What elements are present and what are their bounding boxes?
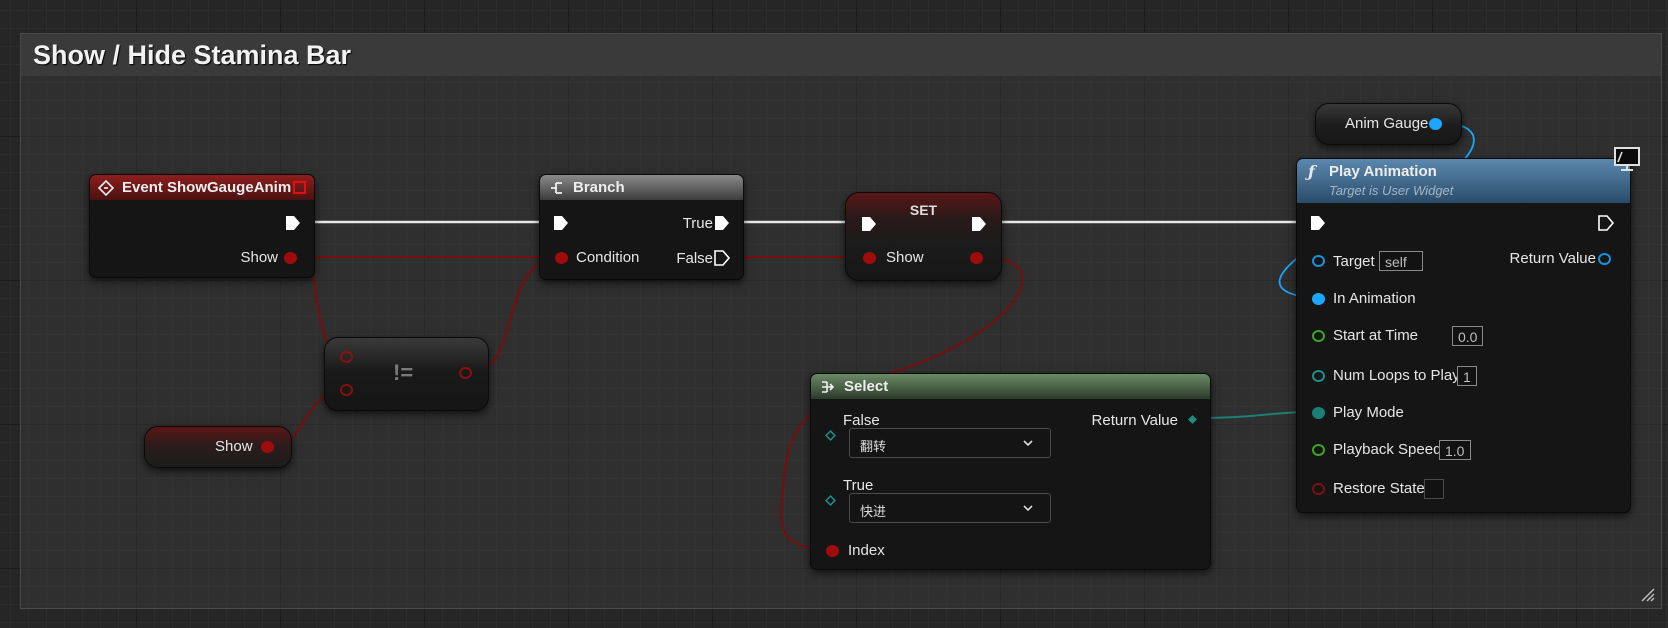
branch-icon (551, 182, 562, 194)
event-show-pin[interactable] (284, 252, 297, 264)
show-getter-node[interactable]: Show (144, 426, 292, 468)
select-icon (822, 381, 835, 393)
select-node-header[interactable]: Select (811, 374, 1210, 399)
branch-false-pin[interactable] (713, 249, 731, 267)
play-target-field[interactable]: self (1379, 251, 1423, 271)
play-loops-field[interactable]: 1 (1457, 366, 1477, 386)
chevron-down-icon (1023, 505, 1033, 512)
play-mode-label: Play Mode (1333, 404, 1404, 421)
event-show-label: Show (240, 249, 278, 266)
select-false-dropdown[interactable]: 翻转 (849, 428, 1051, 458)
not-equal-input-a-pin[interactable] (340, 351, 353, 363)
select-true-value: 快进 (860, 504, 887, 519)
select-index-pin[interactable] (826, 545, 839, 557)
branch-exec-in-pin[interactable] (552, 214, 570, 232)
anim-gauge-pin[interactable] (1429, 118, 1442, 130)
branch-node[interactable]: Branch Condition True False (539, 174, 744, 280)
play-in-animation-label: In Animation (1333, 290, 1416, 307)
select-return-label: Return Value (1091, 412, 1178, 429)
play-start-field[interactable]: 0.0 (1452, 326, 1483, 346)
select-false-option-pin[interactable] (825, 430, 836, 441)
anim-gauge-node[interactable]: Anim Gauge (1315, 103, 1462, 145)
set-exec-in-pin[interactable] (860, 215, 878, 233)
set-exec-out-pin[interactable] (970, 215, 988, 233)
play-exec-out-pin[interactable] (1597, 214, 1615, 232)
event-node[interactable]: Event ShowGaugeAnim Show (89, 174, 315, 278)
set-node[interactable]: SET Show (845, 192, 1002, 281)
play-restore-checkbox[interactable] (1424, 479, 1444, 499)
play-loops-label: Num Loops to Play (1333, 367, 1460, 384)
event-node-title: Event ShowGaugeAnim (122, 179, 292, 196)
chevron-down-icon (1023, 440, 1033, 447)
not-equal-output-pin[interactable] (459, 367, 472, 379)
play-start-label: Start at Time (1333, 327, 1419, 344)
play-loops-pin[interactable] (1312, 370, 1325, 382)
play-restore-pin[interactable] (1312, 483, 1325, 495)
anim-gauge-label: Anim Gauge (1345, 115, 1429, 132)
branch-true-label: True (682, 215, 713, 232)
branch-condition-pin[interactable] (555, 252, 568, 264)
play-target-label: Target (1333, 253, 1375, 270)
play-speed-label: Playback Speed (1333, 441, 1442, 458)
select-true-option-pin[interactable] (825, 495, 836, 506)
play-animation-subtitle: Target is User Widget (1329, 183, 1454, 198)
select-return-pin[interactable] (1187, 414, 1198, 425)
set-show-in-pin[interactable] (863, 252, 876, 264)
select-true-label: True (843, 477, 874, 494)
branch-node-header[interactable]: Branch (540, 175, 743, 200)
branch-condition-label: Condition (576, 249, 640, 266)
play-exec-in-pin[interactable] (1309, 214, 1327, 232)
show-getter-pin[interactable] (261, 441, 274, 453)
play-mode-pin[interactable] (1312, 407, 1325, 419)
branch-node-title: Branch (573, 179, 625, 196)
play-restore-label: Restore State (1333, 480, 1425, 497)
play-speed-pin[interactable] (1312, 444, 1325, 456)
event-node-header[interactable]: Event ShowGaugeAnim (90, 175, 314, 200)
play-in-animation-pin[interactable] (1312, 293, 1325, 305)
not-equal-input-b-pin[interactable] (340, 384, 353, 396)
set-show-label: Show (886, 249, 924, 266)
play-animation-title: Play Animation (1329, 163, 1437, 180)
select-true-dropdown[interactable]: 快进 (849, 493, 1051, 523)
play-target-pin[interactable] (1312, 255, 1325, 267)
branch-false-label: False (676, 250, 713, 267)
select-false-label: False (843, 412, 880, 429)
play-return-label: Return Value (1509, 250, 1596, 267)
play-speed-field[interactable]: 1.0 (1439, 440, 1471, 460)
select-index-label: Index (848, 542, 885, 559)
play-return-pin[interactable] (1598, 253, 1611, 265)
play-animation-node[interactable]: ƒ Play Animation Target is User Widget T… (1296, 147, 1640, 513)
event-exec-out-pin[interactable] (284, 214, 302, 232)
show-getter-label: Show (215, 438, 253, 455)
event-delegate-pin[interactable] (293, 181, 306, 194)
play-start-pin[interactable] (1312, 330, 1325, 342)
event-diamond-icon (98, 180, 114, 196)
not-equal-symbol: != (393, 360, 414, 385)
select-false-value: 翻转 (860, 439, 887, 454)
not-equal-node[interactable]: != (324, 337, 489, 411)
select-node-title: Select (844, 378, 889, 395)
monitor-icon (1614, 147, 1640, 171)
select-node[interactable]: Select False 翻转 True 快进 Index Return Val… (810, 373, 1211, 570)
play-animation-header[interactable]: ƒ Play Animation Target is User Widget (1297, 159, 1630, 203)
branch-true-pin[interactable] (713, 214, 731, 232)
set-show-out-pin[interactable] (970, 252, 983, 264)
function-icon: ƒ (1308, 162, 1315, 181)
